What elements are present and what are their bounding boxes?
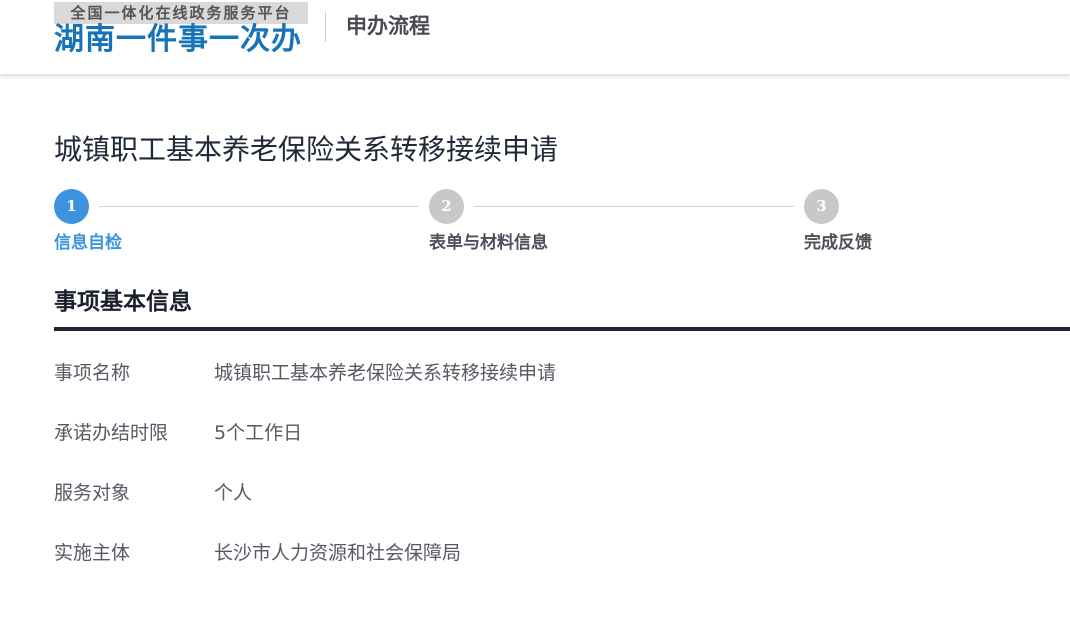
- step-3-indicator: 3: [804, 189, 839, 224]
- step-connector-2: [474, 206, 794, 207]
- section-divider: [54, 327, 1070, 331]
- page-title: 城镇职工基本养老保险关系转移接续申请: [54, 133, 559, 166]
- info-label: 事项名称: [54, 362, 131, 384]
- info-label: 服务对象: [54, 482, 131, 504]
- step-3-label: 完成反馈: [804, 233, 872, 253]
- step-1-indicator: 1: [54, 189, 89, 224]
- info-row-implementing-body: 实施主体 长沙市人力资源和社会保障局: [54, 538, 1054, 568]
- info-row-item-name: 事项名称 城镇职工基本养老保险关系转移接续申请: [54, 358, 1054, 388]
- logo-subtitle: 全国一体化在线政务服务平台: [54, 2, 308, 24]
- info-row-service-target: 服务对象 个人: [54, 478, 1054, 508]
- header-page-label: 申办流程: [346, 14, 430, 38]
- info-label: 实施主体: [54, 542, 131, 564]
- step-2-indicator: 2: [429, 189, 464, 224]
- info-value: 5个工作日: [214, 422, 303, 444]
- step-2-label: 表单与材料信息: [429, 233, 548, 253]
- info-value: 城镇职工基本养老保险关系转移接续申请: [214, 362, 557, 384]
- site-logo[interactable]: 全国一体化在线政务服务平台 湖南一件事一次办: [54, 2, 310, 58]
- header-divider: [325, 12, 326, 42]
- info-row-time-limit: 承诺办结时限 5个工作日: [54, 418, 1054, 448]
- top-header: 全国一体化在线政务服务平台 湖南一件事一次办 申办流程: [0, 0, 1070, 75]
- info-value: 长沙市人力资源和社会保障局: [214, 542, 462, 564]
- logo-title: 湖南一件事一次办: [54, 22, 302, 57]
- step-1-label: 信息自检: [54, 233, 122, 253]
- info-value: 个人: [214, 482, 253, 504]
- section-title: 事项基本信息: [54, 289, 192, 315]
- progress-steps: 1 2 3 信息自检 表单与材料信息 完成反馈: [54, 189, 954, 259]
- step-connector-1: [99, 206, 419, 207]
- info-label: 承诺办结时限: [54, 422, 169, 444]
